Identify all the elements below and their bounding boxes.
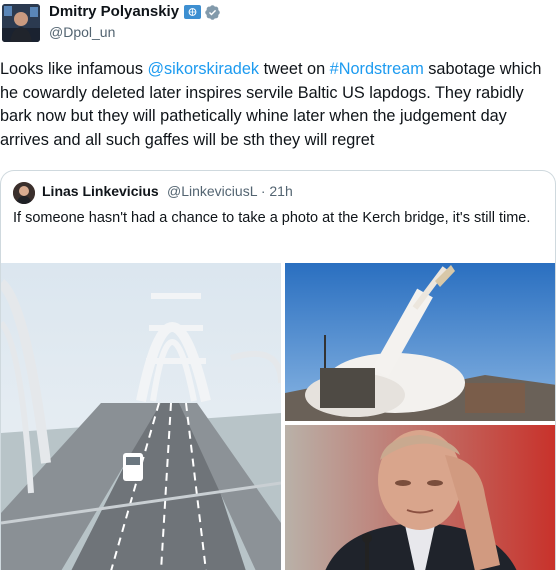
quoted-author-handle-time[interactable]: @LinkeviciusL · 21h bbox=[167, 183, 293, 199]
verified-icon bbox=[205, 5, 220, 20]
author-badges bbox=[184, 4, 221, 21]
author-name[interactable]: Dmitry Polyanskiy bbox=[49, 3, 179, 20]
tweet-text-part: tweet on bbox=[259, 60, 330, 78]
quoted-author-avatar[interactable] bbox=[13, 182, 35, 204]
kerch-bridge-photo[interactable] bbox=[1, 263, 281, 570]
putin-photo[interactable] bbox=[285, 425, 555, 570]
quoted-media-grid bbox=[1, 263, 555, 570]
tweet-header: Dmitry Polyanskiy @Dpol_un bbox=[0, 0, 558, 52]
tweet-text-part: Looks like infamous bbox=[0, 60, 148, 78]
hashtag-link[interactable]: #Nordstream bbox=[330, 60, 424, 78]
quoted-author-name[interactable]: Linas Linkevicius bbox=[42, 183, 159, 199]
quoted-tweet-text: If someone hasn't had a chance to take a… bbox=[13, 210, 531, 226]
author-handle[interactable]: @Dpol_un bbox=[49, 24, 115, 40]
author-avatar[interactable] bbox=[2, 4, 40, 42]
tweet-text: Looks like infamous @sikorskiradek tweet… bbox=[0, 58, 556, 152]
un-flag-icon bbox=[184, 5, 201, 19]
quoted-tweet[interactable]: Linas Linkevicius @LinkeviciusL · 21h If… bbox=[0, 170, 556, 570]
missile-launch-photo[interactable] bbox=[285, 263, 555, 421]
mention-link[interactable]: @sikorskiradek bbox=[148, 60, 260, 78]
